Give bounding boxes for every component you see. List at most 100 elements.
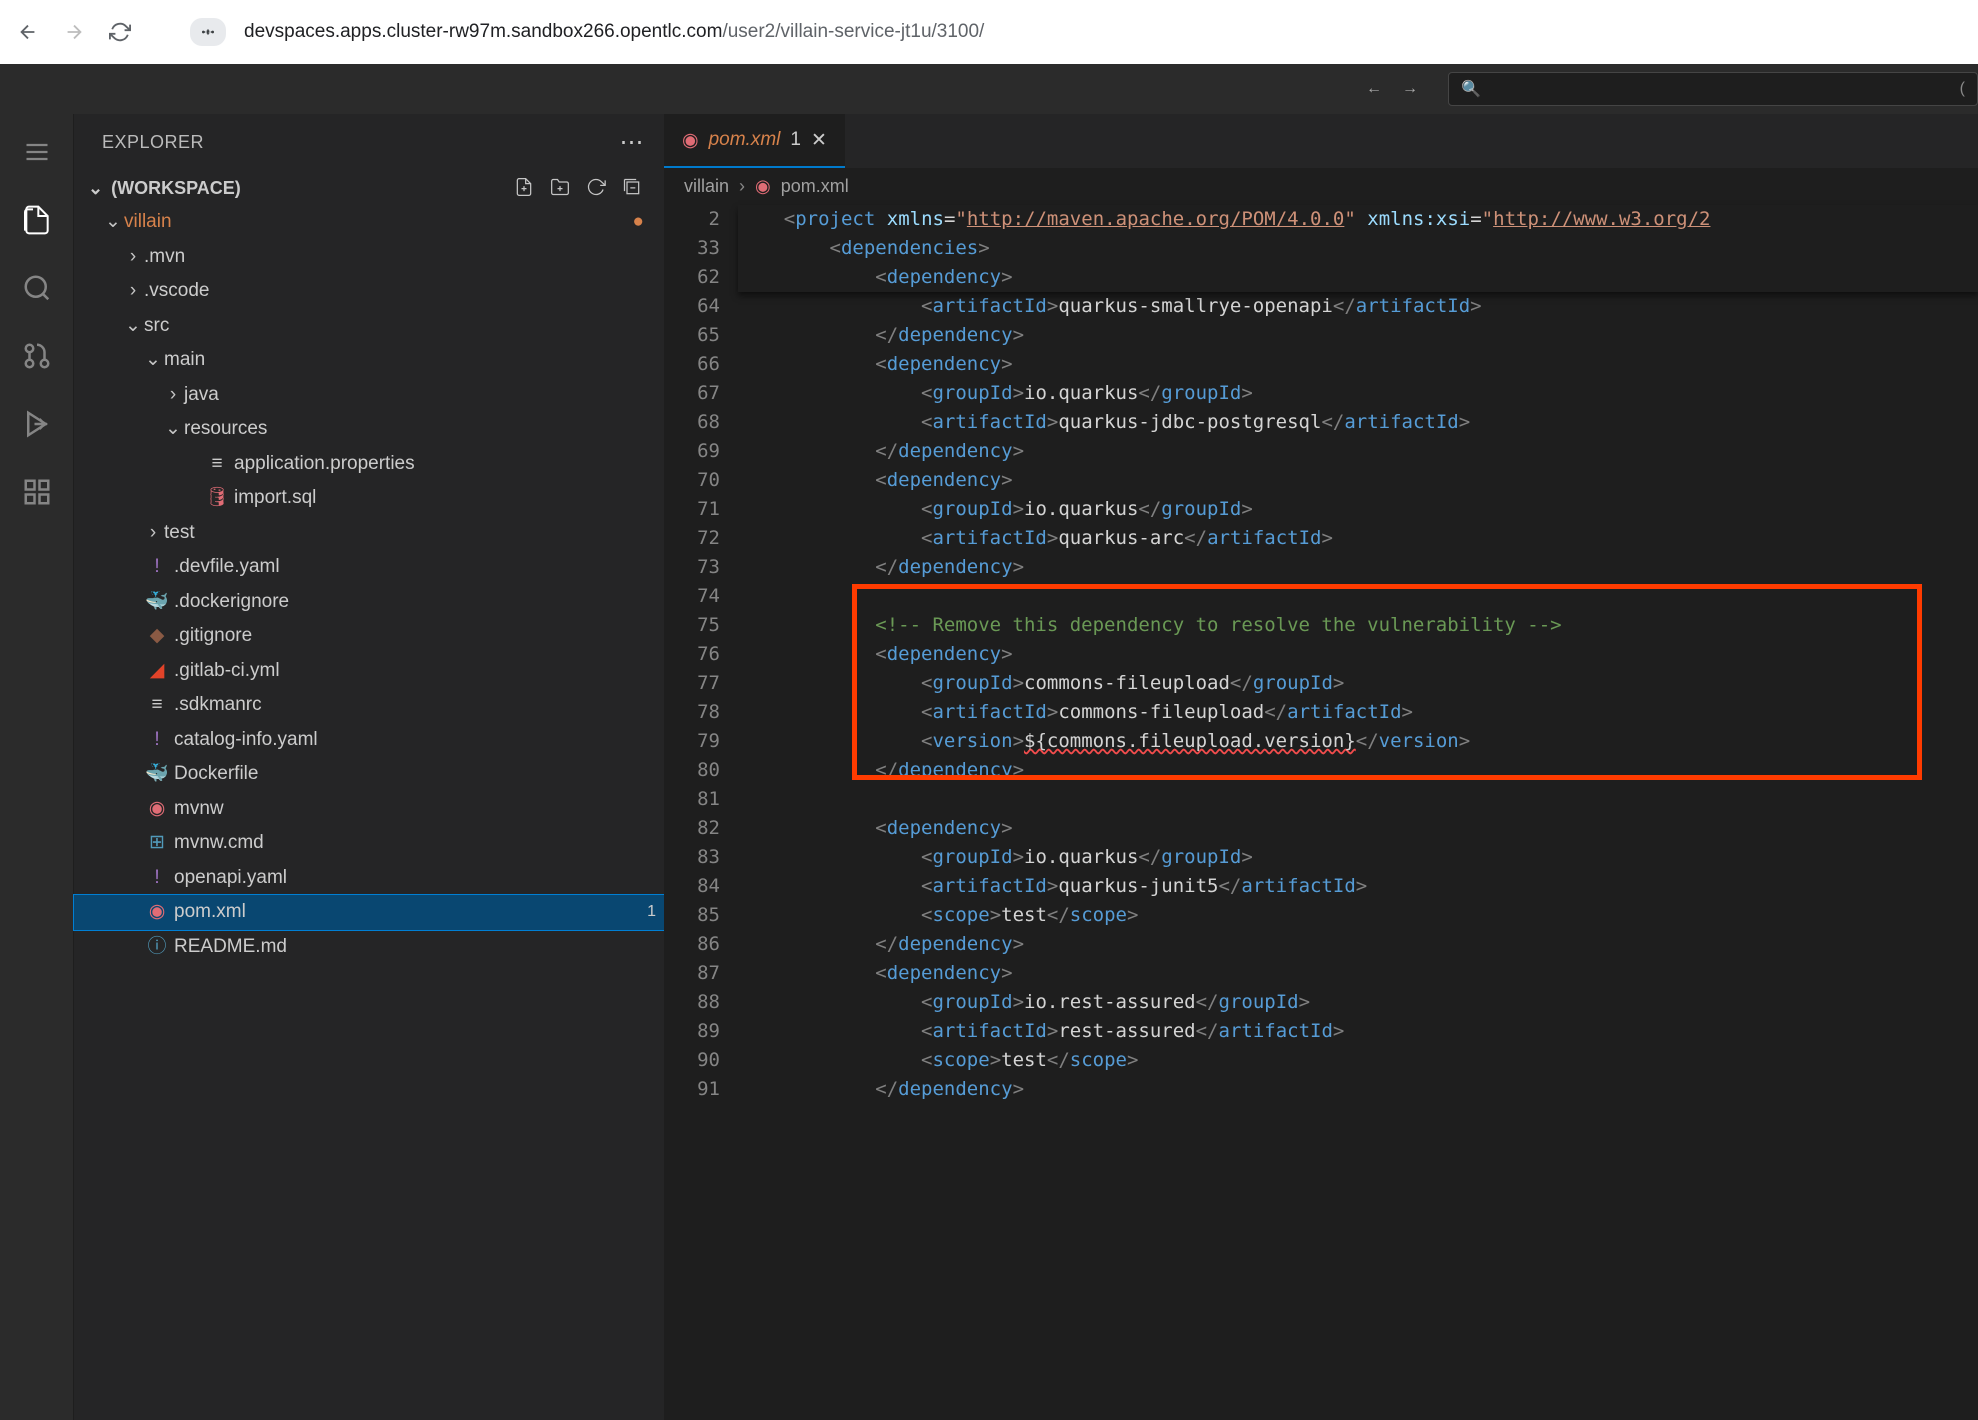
code-editor[interactable]: 2 33 62 64 65 66 67 68 69 70 71 72 73 74…	[664, 205, 1978, 1104]
code-line: <artifactId>commons-fileupload</artifact…	[738, 698, 1978, 727]
activity-bar	[0, 114, 74, 1420]
code-line: </dependency>	[738, 756, 1978, 785]
code-line: <project xmlns="http://maven.apache.org/…	[738, 205, 1978, 234]
sidebar-more-icon[interactable]: ⋯	[620, 128, 645, 157]
tree-folder-root[interactable]: ⌄villain●	[74, 205, 664, 240]
code-line: <scope>test</scope>	[738, 1046, 1978, 1075]
lines-icon: ≡	[204, 450, 230, 479]
tree-folder-resources[interactable]: ⌄resources	[74, 412, 664, 447]
run-debug-icon[interactable]	[19, 406, 55, 442]
tree-file-mvnw-cmd[interactable]: ⊞mvnw.cmd	[74, 826, 664, 861]
tree-folder-java[interactable]: ›java	[74, 378, 664, 413]
editor-pane: ◉ pom.xml 1 ✕ villain › ◉ pom.xml 2 33 6…	[664, 114, 1978, 1420]
tree-folder-vscode[interactable]: ›.vscode	[74, 274, 664, 309]
workspace-section[interactable]: ⌄ (WORKSPACE)	[74, 171, 664, 205]
tree-file-gitlab[interactable]: ◢.gitlab-ci.yml	[74, 654, 664, 689]
code-line: <dependency>	[738, 814, 1978, 843]
code-line: </dependency>	[738, 553, 1978, 582]
sidebar: EXPLORER ⋯ ⌄ (WORKSPACE) ⌄villain● ›.mvn…	[74, 114, 664, 1420]
breadcrumb[interactable]: villain › ◉ pom.xml	[664, 168, 1978, 205]
tree-file-dockerfile[interactable]: 🐳Dockerfile	[74, 757, 664, 792]
code-line: <groupId>io.rest-assured</groupId>	[738, 988, 1978, 1017]
explorer-title: EXPLORER	[102, 132, 204, 153]
docker-icon: 🐳	[144, 760, 170, 789]
code-line: <groupId>io.quarkus</groupId>	[738, 495, 1978, 524]
code-line: <artifactId>quarkus-arc</artifactId>	[738, 524, 1978, 553]
tree-file-catalog[interactable]: !catalog-info.yaml	[74, 723, 664, 758]
tree-file-readme[interactable]: ⓘREADME.md	[74, 930, 664, 965]
code-line: <dependency>	[738, 263, 1978, 292]
tree-file-import-sql[interactable]: 🛢import.sql	[74, 481, 664, 516]
sidebar-header: EXPLORER ⋯	[74, 114, 664, 171]
git-icon: ◆	[144, 622, 170, 651]
yaml-icon: !	[144, 726, 170, 755]
search-icon: 🔍	[1461, 79, 1481, 99]
editor-back-icon[interactable]: ←	[1366, 80, 1382, 98]
file-tree: ⌄villain● ›.mvn ›.vscode ⌄src ⌄main ›jav…	[74, 205, 664, 984]
close-icon[interactable]: ✕	[811, 129, 827, 152]
menu-icon[interactable]	[19, 134, 55, 170]
tree-file-dockerignore[interactable]: 🐳.dockerignore	[74, 585, 664, 620]
collapse-all-icon[interactable]	[622, 177, 644, 199]
tree-folder-src[interactable]: ⌄src	[74, 309, 664, 344]
search-activity-icon[interactable]	[19, 270, 55, 306]
tree-folder-main[interactable]: ⌄main	[74, 343, 664, 378]
code-line: <artifactId>quarkus-smallrye-openapi</ar…	[738, 292, 1978, 321]
site-info-badge[interactable]	[190, 18, 226, 46]
tree-file-mvnw[interactable]: ◉mvnw	[74, 792, 664, 827]
tree-file-gitignore[interactable]: ◆.gitignore	[74, 619, 664, 654]
windows-icon: ⊞	[144, 829, 170, 858]
line-gutter: 2 33 62 64 65 66 67 68 69 70 71 72 73 74…	[664, 205, 738, 1104]
problems-badge: 1	[639, 900, 664, 924]
yaml-icon: !	[144, 553, 170, 582]
yaml-icon: !	[144, 864, 170, 893]
info-icon: ⓘ	[144, 933, 170, 962]
explorer-icon[interactable]	[19, 202, 55, 238]
tab-filename: pom.xml	[709, 129, 781, 151]
tab-pom-xml[interactable]: ◉ pom.xml 1 ✕	[664, 114, 845, 168]
tree-file-openapi[interactable]: !openapi.yaml	[74, 861, 664, 896]
command-center: ← → 🔍 (	[0, 64, 1978, 114]
code-line: <!-- Remove this dependency to resolve t…	[738, 611, 1978, 640]
code-line: <version>${commons.fileupload.version}</…	[738, 727, 1978, 756]
code-line: <groupId>io.quarkus</groupId>	[738, 843, 1978, 872]
code-line: <dependency>	[738, 466, 1978, 495]
new-folder-icon[interactable]	[550, 177, 572, 199]
docker-icon: 🐳	[144, 588, 170, 617]
code-line: <artifactId>quarkus-jdbc-postgresql</art…	[738, 408, 1978, 437]
refresh-icon[interactable]	[586, 177, 608, 199]
tree-file-pom[interactable]: ◉pom.xml1	[74, 895, 664, 930]
address-bar[interactable]: devspaces.apps.cluster-rw97m.sandbox266.…	[244, 21, 984, 43]
code-line: <artifactId>rest-assured</artifactId>	[738, 1017, 1978, 1046]
tree-folder-mvn[interactable]: ›.mvn	[74, 240, 664, 275]
code-line: <groupId>commons-fileupload</groupId>	[738, 669, 1978, 698]
forward-button[interactable]	[60, 18, 88, 46]
tab-modified-count: 1	[790, 129, 801, 151]
new-file-icon[interactable]	[514, 177, 536, 199]
reload-button[interactable]	[106, 18, 134, 46]
workspace-label: (WORKSPACE)	[111, 178, 241, 199]
source-control-icon[interactable]	[19, 338, 55, 374]
code-line: </dependency>	[738, 437, 1978, 466]
tree-folder-test[interactable]: ›test	[74, 516, 664, 551]
url-host: devspaces.apps.cluster-rw97m.sandbox266.…	[244, 21, 722, 42]
back-button[interactable]	[14, 18, 42, 46]
chevron-right-icon: ›	[739, 176, 745, 197]
tab-bar: ◉ pom.xml 1 ✕	[664, 114, 1978, 168]
code-line: <dependency>	[738, 959, 1978, 988]
tree-file-devfile[interactable]: !.devfile.yaml	[74, 550, 664, 585]
breadcrumb-file: pom.xml	[781, 176, 849, 197]
command-search[interactable]: 🔍 (	[1448, 72, 1978, 106]
code-content[interactable]: <project xmlns="http://maven.apache.org/…	[738, 205, 1978, 1104]
editor-forward-icon[interactable]: →	[1402, 80, 1418, 98]
maven-icon: ◉	[755, 176, 771, 197]
code-line: <scope>test</scope>	[738, 901, 1978, 930]
browser-toolbar: devspaces.apps.cluster-rw97m.sandbox266.…	[0, 0, 1978, 64]
tree-file-sdkmanrc[interactable]: ≡.sdkmanrc	[74, 688, 664, 723]
code-line: <dependencies>	[738, 234, 1978, 263]
code-line	[738, 785, 1978, 814]
maven-icon: ◉	[144, 795, 170, 824]
database-icon: 🛢	[204, 484, 230, 513]
extensions-icon[interactable]	[19, 474, 55, 510]
tree-file-app-props[interactable]: ≡application.properties	[74, 447, 664, 482]
